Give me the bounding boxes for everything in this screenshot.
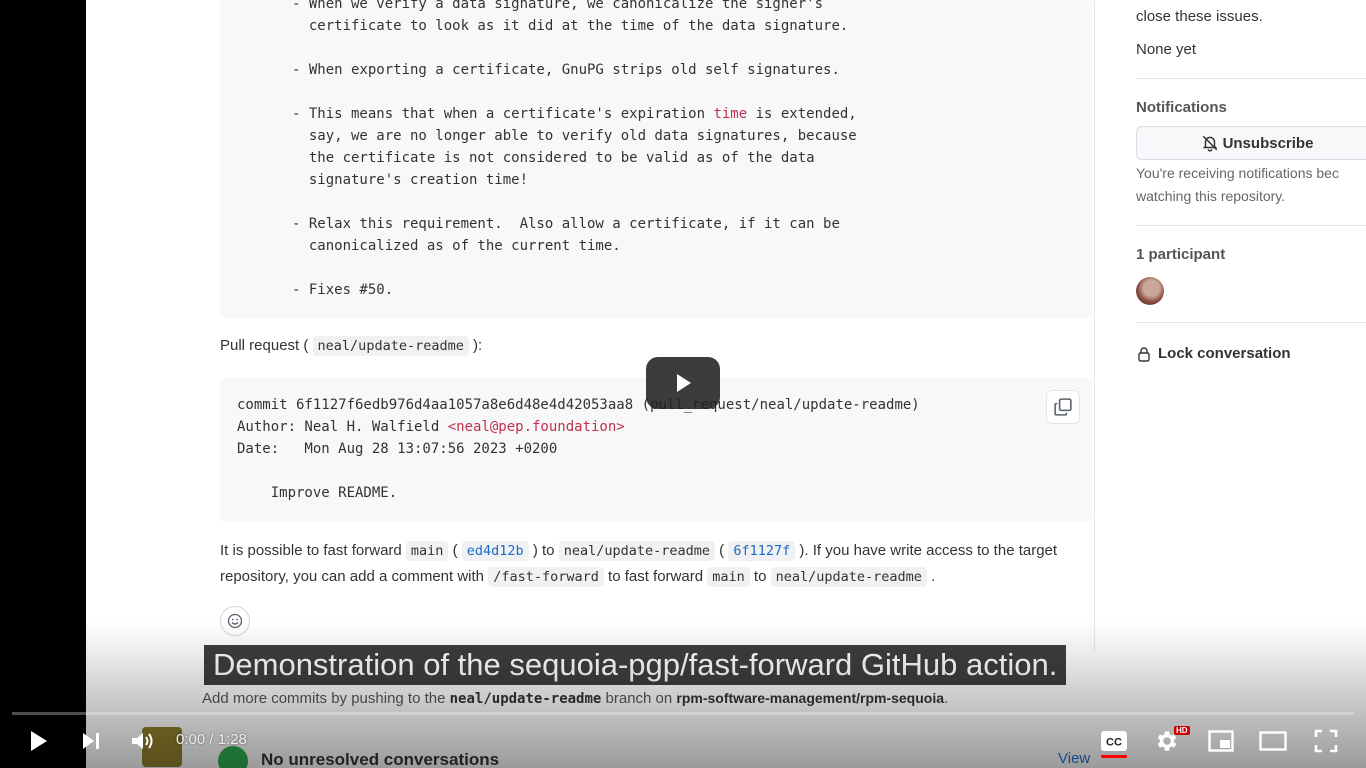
notification-description: watching this repository. bbox=[1136, 188, 1286, 204]
branch-update-readme: neal/update-readme bbox=[558, 541, 716, 561]
subtitle-caption: Demonstration of the sequoia-pgp/fast-fo… bbox=[204, 645, 1067, 685]
avatar[interactable] bbox=[1136, 277, 1164, 305]
sha-link-main[interactable]: ed4d12b bbox=[461, 541, 529, 561]
participants-heading: 1 participant bbox=[1136, 246, 1226, 263]
ff-text: ( bbox=[448, 542, 462, 559]
unsubscribe-label: Unsubscribe bbox=[1222, 134, 1314, 152]
volume-icon bbox=[132, 733, 153, 749]
repo-name: rpm-software-management/rpm-sequoia bbox=[676, 690, 945, 706]
cc-label: CC bbox=[1106, 737, 1122, 749]
fullscreen-icon bbox=[1314, 729, 1338, 753]
notifications-heading: Notifications bbox=[1136, 99, 1227, 116]
play-icon bbox=[677, 374, 691, 392]
development-text: close these issues. bbox=[1136, 8, 1263, 25]
branch-note-text: branch on bbox=[601, 690, 677, 707]
commit-line: - When exporting a certificate, GnuPG st… bbox=[292, 62, 840, 78]
author-email: <neal@pep.foundation> bbox=[447, 419, 625, 435]
branch-note: Add more commits by pushing to the neal/… bbox=[202, 690, 948, 707]
pr-sidebar: close these issues. None yet Notificatio… bbox=[1136, 0, 1366, 650]
pr-suffix: ): bbox=[473, 337, 483, 354]
divider bbox=[1136, 78, 1366, 79]
theater-mode-button[interactable] bbox=[1256, 724, 1290, 758]
lock-conversation-link[interactable]: Lock conversation bbox=[1136, 345, 1291, 362]
commit-line: canonicalized as of the current time. bbox=[292, 238, 621, 254]
ff-text: to fast forward bbox=[603, 568, 708, 585]
commit-line: - Relax this requirement. Also allow a c… bbox=[292, 216, 840, 232]
ff-text: . bbox=[926, 568, 936, 585]
hd-badge: HD bbox=[1174, 726, 1190, 735]
ff-text: ) to bbox=[528, 542, 559, 559]
branch-main: main bbox=[405, 541, 449, 561]
date-line: Date: Mon Aug 28 13:07:56 2023 +0200 bbox=[237, 441, 558, 457]
command-fast-forward: /fast-forward bbox=[488, 567, 604, 587]
notification-description: You're receiving notifications bec bbox=[1136, 165, 1339, 181]
bell-slash-icon bbox=[1202, 135, 1217, 152]
pull-request-label: Pull request ( neal/update-readme ): bbox=[220, 336, 483, 356]
view-link[interactable]: View bbox=[1058, 750, 1090, 767]
ff-text: to bbox=[749, 568, 771, 585]
ff-text: It is possible to fast forward bbox=[220, 542, 406, 559]
divider bbox=[1136, 225, 1366, 226]
commit-line: the certificate is not considered to be … bbox=[292, 150, 815, 166]
branch-note-text: Add more commits by pushing to the bbox=[202, 690, 450, 707]
commit-line: certificate to look as it did at the tim… bbox=[292, 18, 849, 34]
lock-icon bbox=[1138, 346, 1150, 362]
cc-active-indicator bbox=[1101, 755, 1127, 758]
mute-button[interactable] bbox=[126, 724, 160, 758]
lock-label: Lock conversation bbox=[1158, 345, 1291, 362]
none-yet: None yet bbox=[1136, 41, 1197, 58]
pr-prefix: Pull request ( bbox=[220, 337, 309, 354]
branch-update-readme: neal/update-readme bbox=[770, 567, 927, 587]
miniplayer-icon bbox=[1208, 730, 1234, 752]
cc-icon: CC bbox=[1101, 731, 1127, 751]
miniplayer-button[interactable] bbox=[1204, 724, 1238, 758]
check-icon bbox=[218, 746, 248, 768]
copy-icon bbox=[1054, 398, 1072, 416]
divider bbox=[1136, 322, 1366, 323]
big-play-button[interactable] bbox=[646, 357, 720, 409]
commit-line: signature's creation time! bbox=[292, 172, 529, 188]
commit-message-block: - When we verify a data signature, we ca… bbox=[220, 0, 1092, 318]
commit-line: - This means that when a certificate's e… bbox=[292, 106, 714, 122]
fullscreen-button[interactable] bbox=[1309, 724, 1343, 758]
unresolved-conversations: No unresolved conversations bbox=[261, 750, 500, 768]
video-player[interactable]: - When we verify a data signature, we ca… bbox=[0, 0, 1366, 768]
author-label: Author: Neal H. Walfield bbox=[237, 419, 448, 435]
commit-line: - Fixes #50. bbox=[292, 282, 394, 298]
theater-icon bbox=[1259, 731, 1287, 751]
copy-button[interactable] bbox=[1046, 390, 1080, 424]
next-button[interactable] bbox=[76, 724, 106, 758]
branch-main: main bbox=[707, 567, 750, 587]
commit-line: is extended, bbox=[747, 106, 857, 122]
play-button[interactable] bbox=[24, 724, 54, 758]
commit-hash-line: commit 6f1127f6edb976d4aa1057a8e6d48e4d4… bbox=[237, 397, 920, 413]
smiley-icon bbox=[227, 613, 243, 629]
time-display: 0:00 / 1:28 bbox=[176, 731, 247, 748]
branch-name: neal/update-readme bbox=[449, 691, 602, 707]
unsubscribe-button[interactable]: Unsubscribe bbox=[1136, 126, 1366, 160]
branch-note-text: . bbox=[944, 690, 949, 707]
sha-link-branch[interactable]: 6f1127f bbox=[728, 541, 796, 561]
play-icon bbox=[31, 731, 47, 751]
add-reaction-button[interactable] bbox=[220, 606, 250, 636]
commit-line: - When we verify a data signature, we ca… bbox=[292, 0, 824, 12]
commit-line: say, we are no longer able to verify old… bbox=[292, 128, 857, 144]
keyword-time: time bbox=[713, 106, 748, 122]
next-icon bbox=[83, 733, 99, 749]
branch-name: neal/update-readme bbox=[312, 336, 469, 356]
ff-text: ( bbox=[715, 542, 729, 559]
subtitles-button[interactable]: CC bbox=[1097, 724, 1131, 758]
progress-bar[interactable] bbox=[12, 712, 1354, 715]
commit-subject: Improve README. bbox=[237, 485, 398, 501]
fast-forward-notice: It is possible to fast forward main ( ed… bbox=[220, 538, 1100, 590]
